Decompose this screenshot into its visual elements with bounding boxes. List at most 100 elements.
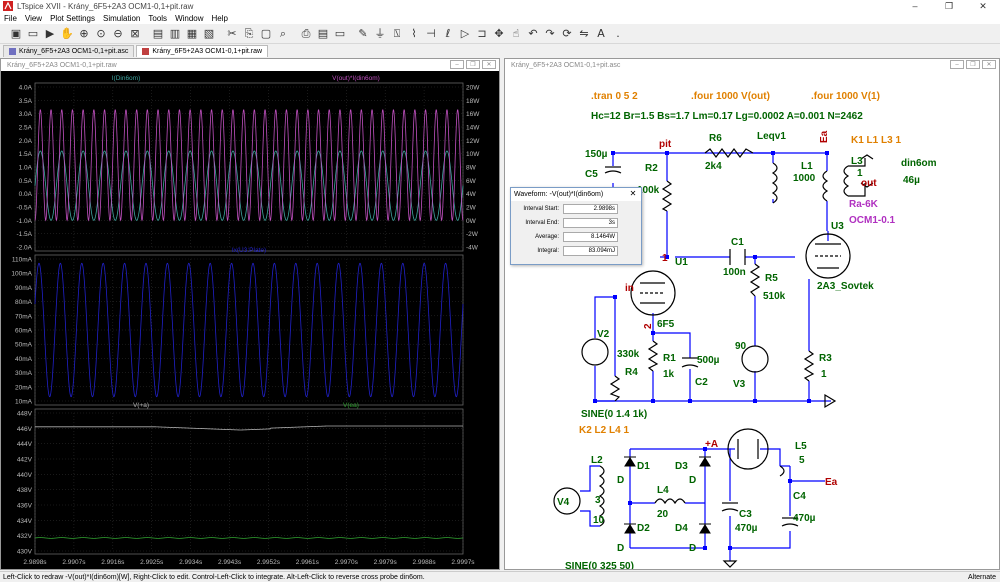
label-r6: R6: [709, 133, 722, 144]
tab-raw[interactable]: Krány_6F5+2A3 OCM1-0,1+pit.raw: [136, 45, 269, 57]
x-axis-tick: 2.9925s: [140, 559, 164, 566]
diode-icon[interactable]: ▷: [457, 26, 473, 42]
four-directive-out[interactable]: .four 1000 V(out): [691, 91, 770, 102]
redo-icon[interactable]: ↷: [542, 26, 558, 42]
minimize-button[interactable]: –: [898, 0, 932, 12]
label-pit[interactable]: pit: [659, 139, 672, 150]
menu-bar: File View Plot Settings Simulation Tools…: [0, 12, 1000, 24]
sine-source-v4[interactable]: SINE(0 325 50): [565, 561, 634, 569]
find-icon[interactable]: ⌕: [275, 26, 291, 42]
print-preview-icon[interactable]: ▤: [315, 26, 331, 42]
cut-icon[interactable]: ✂: [224, 26, 240, 42]
pane2-yleft-tick: 20mA: [15, 384, 33, 391]
draw-wire-icon[interactable]: ✎: [355, 26, 371, 42]
run-icon[interactable]: ▶: [42, 26, 58, 42]
close-button[interactable]: ✕: [966, 0, 1000, 12]
label-ea-top[interactable]: Ea: [819, 130, 830, 143]
menu-plot-settings[interactable]: Plot Settings: [50, 14, 95, 23]
waveform-minimize-button[interactable]: –: [450, 60, 464, 69]
undo-icon[interactable]: ↶: [525, 26, 541, 42]
label-ea-bottom[interactable]: Ea: [825, 477, 838, 488]
menu-tools[interactable]: Tools: [148, 14, 167, 23]
menu-simulation[interactable]: Simulation: [103, 14, 140, 23]
integral-field[interactable]: 83.094mJ: [563, 245, 618, 256]
waveform-integral-dialog[interactable]: Waveform: -V(out)*I(din6om) ✕ Interval S…: [510, 187, 642, 265]
tab-schematic[interactable]: Krány_6F5+2A3 OCM1-0,1+pit.asc: [3, 45, 135, 57]
menu-view[interactable]: View: [25, 14, 42, 23]
average-field[interactable]: 8.1464W: [563, 231, 618, 242]
export-icon[interactable]: ▭: [332, 26, 348, 42]
menu-file[interactable]: File: [4, 14, 17, 23]
maximize-button[interactable]: ❐: [932, 0, 966, 12]
tile-vertical-icon[interactable]: ▦: [184, 26, 200, 42]
move-icon[interactable]: ✥: [491, 26, 507, 42]
label-v3: V3: [733, 379, 746, 390]
inductor-icon[interactable]: ℓ: [440, 26, 456, 42]
sine-source-v2[interactable]: SINE(0 1.4 1k): [581, 409, 647, 420]
zoom-fit-icon[interactable]: ⊠: [127, 26, 143, 42]
waveform-dialog-close-button[interactable]: ✕: [625, 188, 641, 200]
zoom-in-icon[interactable]: ⊕: [76, 26, 92, 42]
zoom-out-icon[interactable]: ⊖: [110, 26, 126, 42]
label-c4: C4: [793, 491, 806, 502]
coupling-k2[interactable]: K2 L2 L4 1: [579, 425, 629, 436]
menu-help[interactable]: Help: [212, 14, 228, 23]
waveform-plot[interactable]: I(Din6om) V(out)*I(din6om) 4.0A 3.5A 3.0A 2…: [1, 71, 499, 569]
menu-window[interactable]: Window: [175, 14, 203, 23]
four-directive-1[interactable]: .four 1000 V(1): [811, 91, 880, 102]
waveform-close-button[interactable]: ✕: [482, 60, 496, 69]
mirror-icon[interactable]: ⇋: [576, 26, 592, 42]
schematic-window[interactable]: Krány_6F5+2A3 OCM1-0,1+pit.asc – ❐ ✕ .tr…: [504, 58, 1000, 570]
schematic-restore-button[interactable]: ❐: [966, 60, 980, 69]
x-axis-tick: 2.9907s: [62, 559, 86, 566]
drag-icon[interactable]: ☝: [508, 26, 524, 42]
waveform-restore-button[interactable]: ❐: [466, 60, 480, 69]
ground-icon[interactable]: ⏚: [372, 26, 388, 42]
autorange-icon[interactable]: ▤: [150, 26, 166, 42]
spice-directive-icon[interactable]: .: [610, 26, 626, 42]
resistor-icon[interactable]: ⌇: [406, 26, 422, 42]
schematic-canvas[interactable]: .tran 0 5 2 .four 1000 V(out) .four 1000…: [505, 71, 999, 569]
label-node-1[interactable]: 1: [662, 253, 668, 264]
tran-directive[interactable]: .tran 0 5 2: [591, 91, 638, 102]
interval-end-field[interactable]: 3s: [563, 217, 618, 228]
label-in[interactable]: in: [625, 283, 634, 294]
waveform-window[interactable]: Krány_6F5+2A3 OCM1-0,1+pit.raw – ❐ ✕ I(D…: [0, 58, 500, 570]
core-params-directive[interactable]: Hc=12 Br=1.5 Bs=1.7 Lm=0.17 Lg=0.0002 A=…: [591, 111, 863, 122]
pane3-trace1-label[interactable]: V(+a): [133, 402, 149, 409]
label-v2: V2: [597, 329, 610, 340]
halt-icon[interactable]: ✋: [59, 26, 75, 42]
status-right: Alternate: [967, 573, 996, 581]
label-net-icon[interactable]: ⍂: [389, 26, 405, 42]
schematic-close-button[interactable]: ✕: [982, 60, 996, 69]
label-d3: D3: [675, 461, 688, 472]
paste-icon[interactable]: ▢: [258, 26, 274, 42]
pane1-yleft-tick: 0.0A: [19, 191, 33, 198]
schematic-minimize-button[interactable]: –: [950, 60, 964, 69]
rotate-icon[interactable]: ⟳: [559, 26, 575, 42]
tile-horizontal-icon[interactable]: ▥: [167, 26, 183, 42]
component-icon[interactable]: ⊐: [474, 26, 490, 42]
capacitor-icon[interactable]: ⊣: [423, 26, 439, 42]
waveform-window-titlebar: Krány_6F5+2A3 OCM1-0,1+pit.raw – ❐ ✕: [1, 59, 499, 71]
label-r4-value: 330k: [617, 349, 640, 360]
label-plus-a[interactable]: +A: [705, 439, 718, 450]
cascade-icon[interactable]: ▧: [201, 26, 217, 42]
text-icon[interactable]: A: [593, 26, 609, 42]
open-icon[interactable]: ▭: [25, 26, 41, 42]
pane3-trace2[interactable]: [34, 537, 464, 539]
copy-icon[interactable]: ⎘: [241, 26, 257, 42]
zoom-area-icon[interactable]: ⊙: [93, 26, 109, 42]
new-schematic-icon[interactable]: ▣: [8, 26, 24, 42]
pane2-trace1-label[interactable]: Ix(U3:Plate): [232, 247, 266, 254]
pane2-yleft-tick: 100mA: [11, 271, 32, 278]
label-out[interactable]: out: [861, 178, 877, 189]
interval-start-field[interactable]: 2.9898s: [563, 203, 618, 214]
pane3-trace2-label[interactable]: V(ea): [343, 402, 359, 409]
coupling-k1[interactable]: K1 L1 L3 1: [851, 135, 901, 146]
pane1-trace1-label[interactable]: I(Din6om): [112, 75, 141, 82]
print-icon[interactable]: ⎙: [298, 26, 314, 42]
label-d3-model: D: [689, 475, 696, 486]
pane1-trace2-label[interactable]: V(out)*I(din6om): [332, 75, 380, 82]
label-node-2[interactable]: 2: [643, 323, 654, 329]
